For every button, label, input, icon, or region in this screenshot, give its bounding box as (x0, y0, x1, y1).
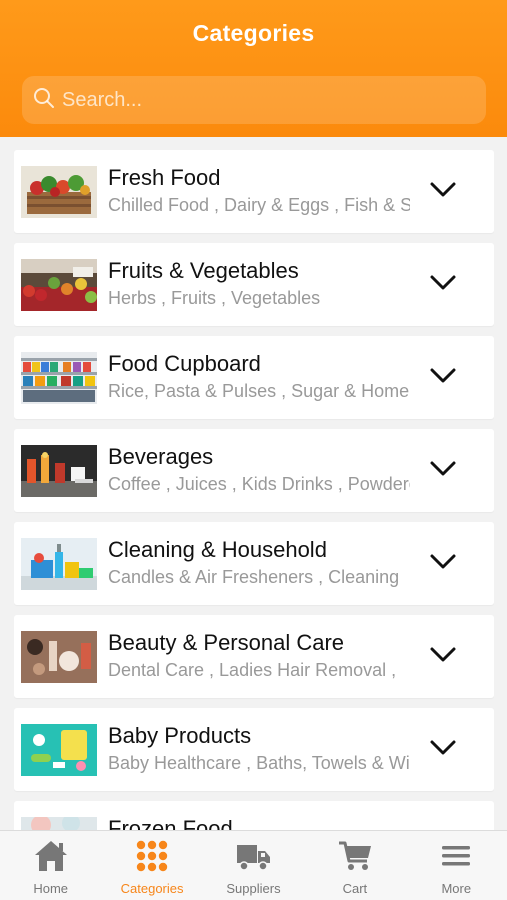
tab-label: Home (33, 881, 69, 896)
category-image (21, 352, 97, 404)
truck-icon (234, 837, 272, 875)
tab-suppliers[interactable]: Suppliers (203, 831, 304, 900)
home-icon (32, 837, 70, 875)
category-card-fruits-vegetables[interactable]: Fruits & Vegetables Herbs , Fruits , Veg… (14, 243, 494, 326)
category-subcategories: Rice, Pasta & Pulses , Sugar & Home Baki… (108, 381, 410, 401)
category-name: Fruits & Vegetables (108, 258, 299, 283)
category-card-beverages[interactable]: Beverages Coffee , Juices , Kids Drinks … (14, 429, 494, 512)
chevron-down-icon[interactable] (429, 459, 457, 479)
category-name: Baby Products (108, 723, 252, 748)
category-card-fresh-food[interactable]: Fresh Food Chilled Food , Dairy & Eggs ,… (14, 150, 494, 233)
cart-icon (336, 837, 374, 875)
category-image (21, 538, 97, 590)
category-subcategories: Dental Care , Ladies Hair Removal , (108, 660, 397, 680)
tab-cart[interactable]: Cart (304, 831, 405, 900)
category-image (21, 259, 97, 311)
menu-icon (437, 837, 475, 875)
chevron-down-icon[interactable] (429, 738, 457, 758)
category-card-baby-products[interactable]: Baby Products Baby Healthcare , Baths, T… (14, 708, 494, 791)
category-card-beauty-personal-care[interactable]: Beauty & Personal Care Dental Care , Lad… (14, 615, 494, 698)
category-subcategories: Baby Healthcare , Baths, Towels & Wipes (108, 753, 410, 773)
tab-label: More (441, 881, 472, 896)
search-icon (32, 86, 56, 115)
category-card-food-cupboard[interactable]: Food Cupboard Rice, Pasta & Pulses , Sug… (14, 336, 494, 419)
category-image (21, 445, 97, 497)
category-image (21, 631, 97, 683)
tab-categories[interactable]: Categories (101, 831, 202, 900)
search-bar[interactable] (22, 76, 486, 124)
category-name: Beverages (108, 444, 214, 469)
category-name: Fresh Food (108, 165, 221, 190)
tab-label: Suppliers (226, 881, 281, 896)
category-card-frozen-food[interactable]: Frozen Food (14, 801, 494, 830)
category-image (21, 166, 97, 218)
category-card-cleaning-household[interactable]: Cleaning & Household Candles & Air Fresh… (14, 522, 494, 605)
category-subcategories: Herbs , Fruits , Vegetables (108, 288, 321, 308)
category-list[interactable]: Fresh Food Chilled Food , Dairy & Eggs ,… (14, 150, 494, 830)
tab-home[interactable]: Home (0, 831, 101, 900)
bottom-tab-bar: Home Categories Suppliers Cart More (0, 830, 507, 900)
category-image (21, 817, 97, 830)
category-name: Cleaning & Household (108, 537, 327, 562)
chevron-down-icon[interactable] (429, 273, 457, 293)
search-input[interactable] (62, 88, 462, 112)
category-subcategories: Coffee , Juices , Kids Drinks , Powdered… (108, 474, 410, 494)
header-bar: Categories (0, 0, 507, 137)
tab-label: Categories (120, 881, 184, 896)
chevron-down-icon[interactable] (429, 366, 457, 386)
category-name: Food Cupboard (108, 351, 261, 376)
chevron-down-icon[interactable] (429, 180, 457, 200)
category-name: Beauty & Personal Care (108, 630, 345, 655)
tab-label: Cart (342, 881, 368, 896)
category-image (21, 724, 97, 776)
grid-icon (133, 837, 171, 875)
page-title: Categories (192, 20, 315, 46)
category-name: Frozen Food (108, 816, 233, 830)
tab-more[interactable]: More (406, 831, 507, 900)
chevron-down-icon[interactable] (429, 645, 457, 665)
category-subcategories: Candles & Air Fresheners , Cleaning (108, 567, 400, 587)
category-subcategories: Chilled Food , Dairy & Eggs , Fish & Sea… (108, 195, 410, 215)
chevron-down-icon[interactable] (429, 552, 457, 572)
